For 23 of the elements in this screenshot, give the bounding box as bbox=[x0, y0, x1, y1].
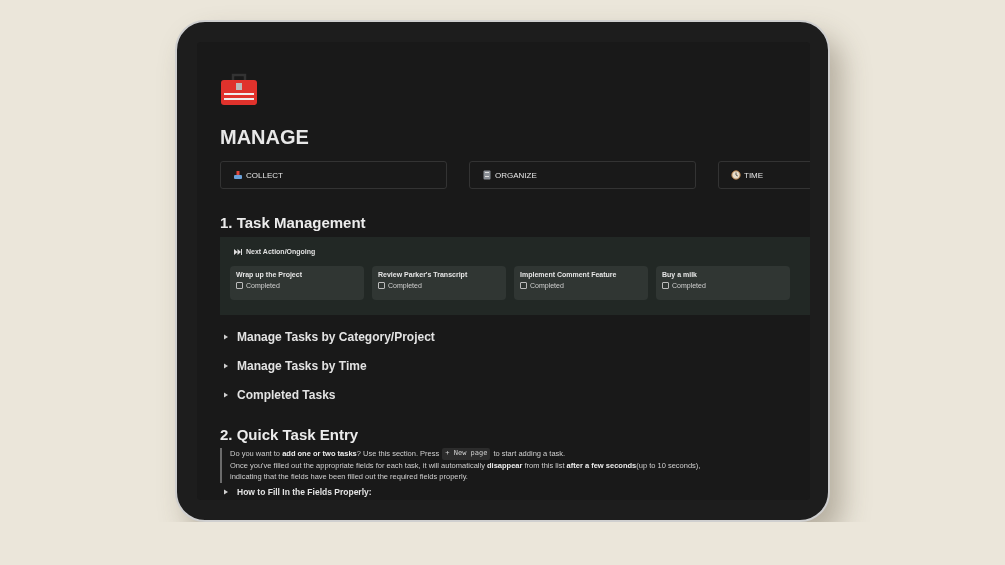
page-link[interactable]: ORGANIZE bbox=[469, 161, 696, 189]
toggle-icon[interactable] bbox=[223, 333, 229, 340]
clock-icon bbox=[731, 170, 741, 180]
toggle-label[interactable]: Manage Tasks by Time bbox=[237, 358, 367, 373]
section-heading: 2. Quick Task Entry bbox=[220, 426, 360, 443]
cabinet-icon bbox=[482, 170, 492, 180]
checkbox[interactable] bbox=[378, 282, 385, 289]
toggle-icon[interactable] bbox=[223, 488, 229, 495]
fast-forward-icon bbox=[234, 248, 242, 255]
toggle-label[interactable]: Completed Tasks bbox=[237, 387, 336, 402]
page-title: MANAGE bbox=[220, 126, 310, 149]
page-link[interactable]: COLLECT bbox=[220, 161, 447, 189]
toggle-icon[interactable] bbox=[223, 362, 229, 369]
toggle-label[interactable]: How to Fill In the Fields Properly: bbox=[237, 486, 372, 497]
page-link[interactable]: TIME bbox=[718, 161, 810, 189]
tray-icon bbox=[233, 170, 243, 180]
toggle-icon[interactable] bbox=[223, 391, 229, 398]
checkbox[interactable] bbox=[236, 282, 243, 289]
checkbox[interactable] bbox=[662, 282, 669, 289]
toggle-label[interactable]: Manage Tasks by Category/Project bbox=[237, 329, 435, 344]
section-heading: 1. Task Management bbox=[220, 214, 367, 231]
toolbox-icon bbox=[220, 72, 258, 106]
checkbox[interactable] bbox=[520, 282, 527, 289]
